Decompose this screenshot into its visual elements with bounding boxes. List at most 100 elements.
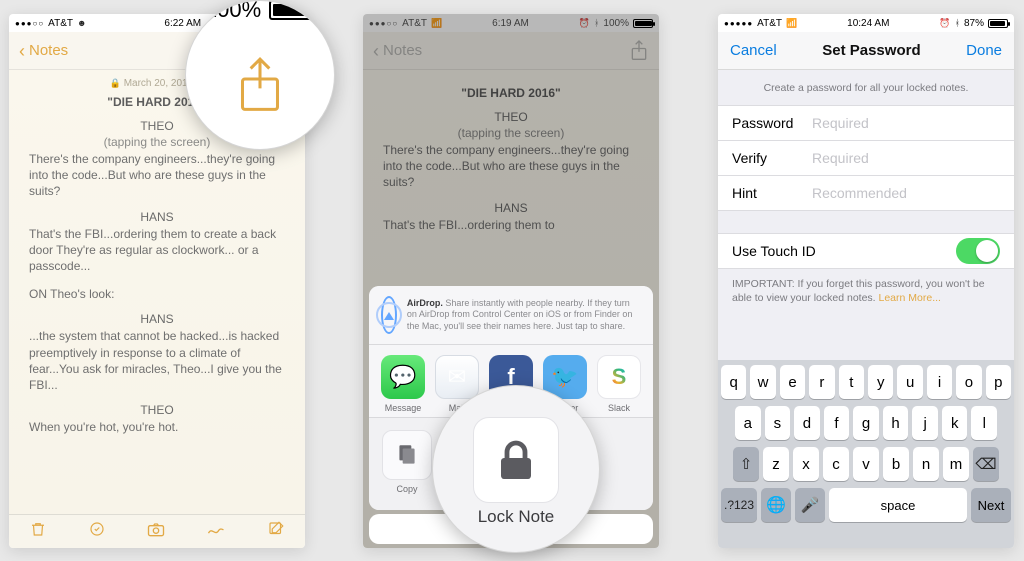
status-bar: ●●●●● AT&T 📶 10:24 AM ⏰ ᚼ 87% <box>718 14 1014 32</box>
trash-icon <box>29 520 47 538</box>
touch-id-label: Use Touch ID <box>732 243 816 259</box>
key-a[interactable]: a <box>735 406 761 440</box>
learn-more-link[interactable]: Learn More... <box>879 292 941 304</box>
wifi-icon: 📶 <box>786 18 797 29</box>
lock-note-action-zoom[interactable] <box>473 417 559 503</box>
phone-screen-3: ●●●●● AT&T 📶 10:24 AM ⏰ ᚼ 87% Cancel Set… <box>718 14 1014 548</box>
key-v[interactable]: v <box>853 447 879 481</box>
done-button[interactable]: Done <box>966 42 1002 59</box>
back-button[interactable]: ‹ Notes <box>19 42 68 60</box>
field-label: Password <box>732 115 812 131</box>
battery-percent-label: 87% <box>964 18 984 29</box>
sketch-button[interactable] <box>206 520 226 543</box>
key-n[interactable]: n <box>913 447 939 481</box>
clock-label: 6:22 AM <box>164 18 201 29</box>
field-label: Hint <box>732 185 812 201</box>
field-placeholder: Required <box>812 115 869 131</box>
carrier-label: AT&T <box>757 18 782 29</box>
key-d[interactable]: d <box>794 406 820 440</box>
key-w[interactable]: w <box>750 365 775 399</box>
field-placeholder: Recommended <box>812 185 907 201</box>
signal-dots-icon: ●●●○○ <box>15 19 44 28</box>
camera-button[interactable] <box>146 520 166 543</box>
compose-button[interactable] <box>267 520 285 543</box>
key-e[interactable]: e <box>780 365 805 399</box>
share-app-message[interactable]: 💬Message <box>379 355 427 413</box>
checklist-button[interactable] <box>88 520 106 543</box>
share-app-slack[interactable]: SSlack <box>595 355 643 413</box>
key-r[interactable]: r <box>809 365 834 399</box>
key-q[interactable]: q <box>721 365 746 399</box>
battery-icon <box>988 19 1008 28</box>
verify-field-row[interactable]: Verify Required <box>718 140 1014 176</box>
key-k[interactable]: k <box>942 406 968 440</box>
key-space[interactable]: space <box>829 488 967 522</box>
touch-id-row: Use Touch ID <box>718 233 1014 269</box>
key-z[interactable]: z <box>763 447 789 481</box>
key-y[interactable]: y <box>868 365 893 399</box>
trash-button[interactable] <box>29 520 47 543</box>
cancel-button[interactable]: Cancel <box>730 42 777 59</box>
checklist-icon <box>88 520 106 538</box>
magnifier-lock-note: Lock Note <box>432 385 600 553</box>
back-label: Notes <box>29 42 68 59</box>
carrier-label: AT&T <box>48 18 73 29</box>
bluetooth-icon: ᚼ <box>955 18 960 28</box>
magnifier-share-button: 100% <box>185 0 335 150</box>
key-numeric[interactable]: .?123 <box>721 488 757 522</box>
nav-bar: Cancel Set Password Done <box>718 32 1014 70</box>
message-icon: 💬 <box>381 355 425 399</box>
clock-label: 10:24 AM <box>847 18 889 29</box>
key-i[interactable]: i <box>927 365 952 399</box>
slack-icon: S <box>597 355 641 399</box>
key-p[interactable]: p <box>986 365 1011 399</box>
bottom-toolbar <box>9 514 305 548</box>
signal-dots-icon: ●●●●● <box>724 19 753 28</box>
wifi-icon: ☻ <box>77 18 86 28</box>
battery-percent-label: 100% <box>205 0 261 23</box>
key-dictation[interactable]: 🎤 <box>795 488 825 522</box>
alarm-icon: ⏰ <box>939 18 950 29</box>
battery-icon <box>269 0 315 20</box>
hint-field-row[interactable]: Hint Recommended <box>718 175 1014 211</box>
lock-icon: 🔒 <box>110 78 121 88</box>
key-u[interactable]: u <box>897 365 922 399</box>
lock-icon <box>492 436 540 484</box>
share-icon <box>232 55 288 117</box>
airdrop-text: AirDrop. Share instantly with people nea… <box>407 298 641 332</box>
key-shift[interactable]: ⇧ <box>733 447 759 481</box>
field-placeholder: Required <box>812 150 869 166</box>
touch-id-switch[interactable] <box>956 238 1000 264</box>
key-next[interactable]: Next <box>971 488 1011 522</box>
airdrop-row[interactable]: AirDrop. Share instantly with people nea… <box>369 286 653 345</box>
key-j[interactable]: j <box>912 406 938 440</box>
page-title: Set Password <box>822 42 920 59</box>
action-copy[interactable]: Copy <box>381 430 433 494</box>
sketch-icon <box>206 520 226 538</box>
key-backspace[interactable]: ⌫ <box>973 447 999 481</box>
mail-icon: ✉ <box>435 355 479 399</box>
key-o[interactable]: o <box>956 365 981 399</box>
key-b[interactable]: b <box>883 447 909 481</box>
set-password-form: Create a password for all your locked no… <box>718 70 1014 360</box>
key-s[interactable]: s <box>765 406 791 440</box>
field-label: Verify <box>732 150 812 166</box>
key-h[interactable]: h <box>883 406 909 440</box>
note-body: THEO(tapping the screen)There's the comp… <box>29 119 285 435</box>
compose-icon <box>267 520 285 538</box>
key-x[interactable]: x <box>793 447 819 481</box>
key-t[interactable]: t <box>839 365 864 399</box>
password-field-row[interactable]: Password Required <box>718 105 1014 141</box>
key-globe[interactable]: 🌐 <box>761 488 791 522</box>
form-subtitle: Create a password for all your locked no… <box>718 70 1014 106</box>
key-c[interactable]: c <box>823 447 849 481</box>
key-l[interactable]: l <box>971 406 997 440</box>
important-warning: IMPORTANT: If you forget this password, … <box>718 269 1014 313</box>
copy-icon <box>382 430 432 480</box>
keyboard: qwertyuiop asdfghjkl ⇧zxcvbnm⌫ .?123 🌐 🎤… <box>718 360 1014 548</box>
share-button-zoom[interactable] <box>232 55 288 122</box>
key-m[interactable]: m <box>943 447 969 481</box>
camera-icon <box>146 520 166 538</box>
key-g[interactable]: g <box>853 406 879 440</box>
key-f[interactable]: f <box>824 406 850 440</box>
